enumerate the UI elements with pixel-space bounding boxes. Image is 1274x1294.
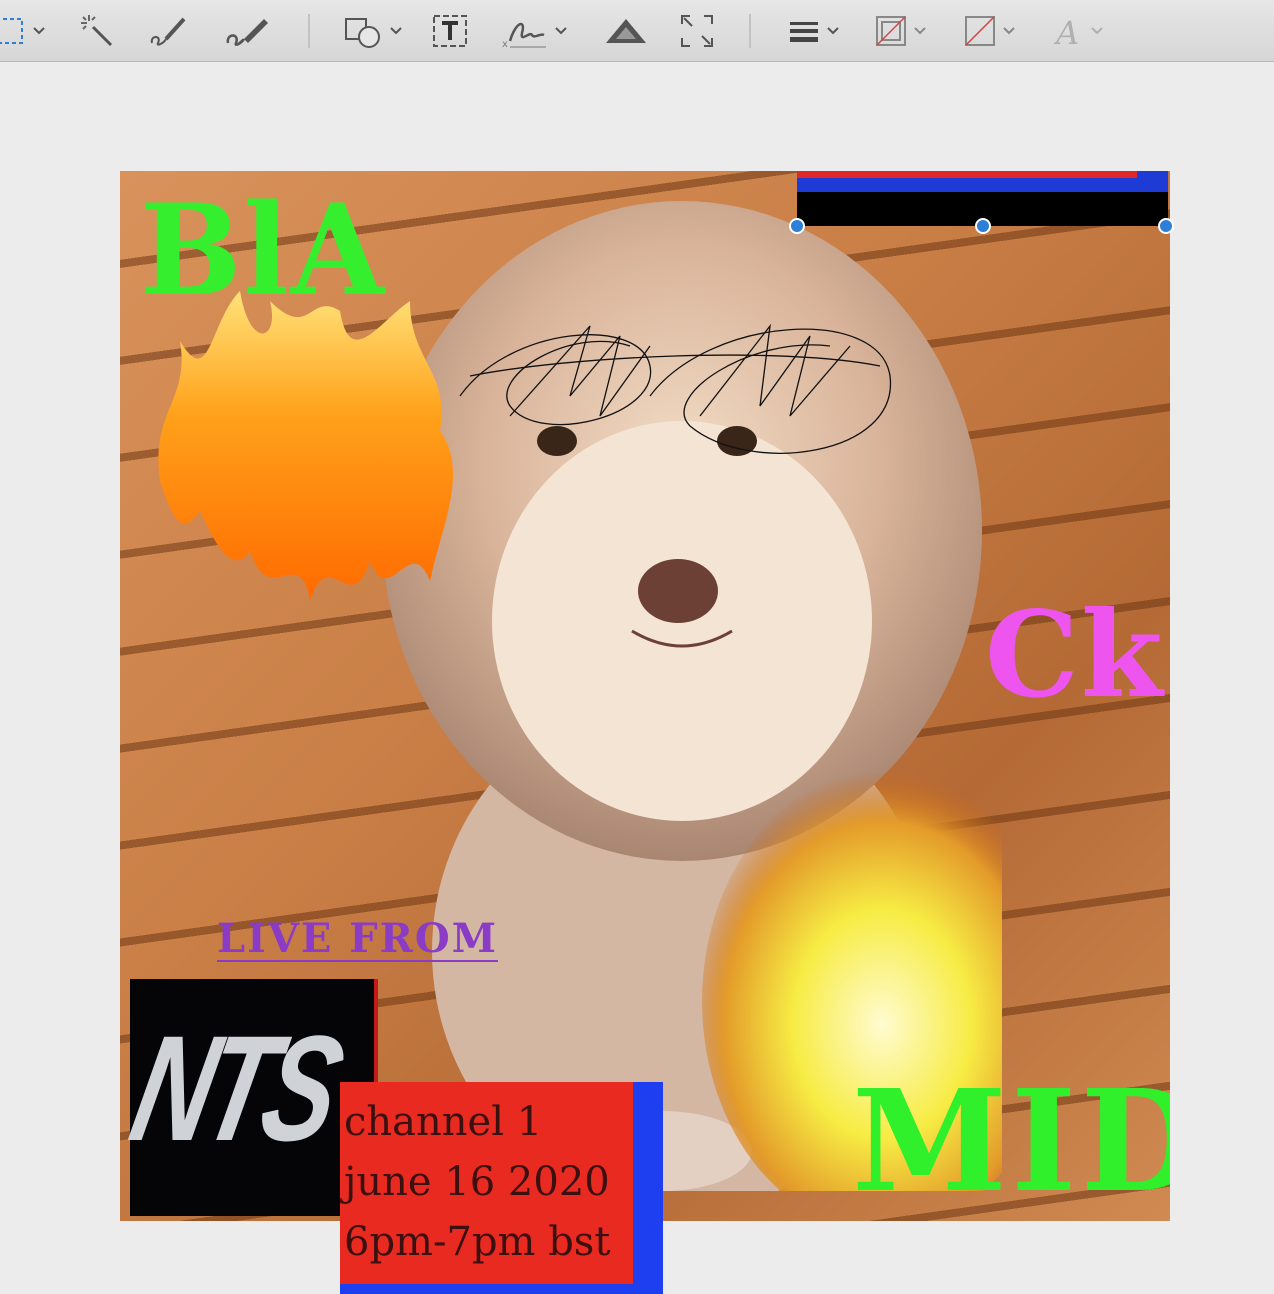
info-date: june 16 2020 [344,1159,610,1205]
signature-scribble [459,323,891,454]
banner-blue-corner [1137,171,1168,192]
border-color-button[interactable] [875,6,927,56]
instant-alpha-icon [81,15,113,47]
toolbar-separator [308,14,310,48]
adjust-size-icon [681,15,713,47]
chevron-down-icon [1003,27,1015,35]
chevron-down-icon [914,27,926,35]
adjust-color-button[interactable] [602,6,650,56]
fill-color-icon [965,16,995,46]
text-style-button[interactable]: A [1054,6,1104,56]
markup-toolbar: x A [0,0,1274,62]
chevron-down-icon [827,27,839,35]
draw-button[interactable] [224,6,270,56]
adjust-size-button[interactable] [680,6,714,56]
selection-rectangle-icon [0,18,23,44]
signature-button[interactable]: x [502,6,568,56]
info-channel: channel 1 [344,1099,543,1145]
poster-word-bottom[interactable]: MIDI [852,1060,1170,1221]
chevron-down-icon [33,27,45,35]
selection-tool-button[interactable] [0,6,46,56]
toolbar-separator [749,14,751,48]
border-color-icon [876,16,906,46]
svg-text:A: A [1054,14,1079,48]
poster-word-top[interactable]: BlA [140,176,386,324]
signature-icon: x [502,22,546,49]
sketch-button[interactable] [148,6,188,56]
svg-text:x: x [502,39,508,49]
info-time: 6pm-7pm bst [344,1219,611,1265]
live-from-label[interactable]: LIVE FROM [217,918,499,962]
shape-style-button[interactable] [788,6,840,56]
shapes-button[interactable] [343,6,403,56]
fill-color-button[interactable] [964,6,1016,56]
flame-sticker [158,291,453,601]
text-box-button[interactable] [432,6,468,56]
draw-icon [226,19,268,46]
event-info-box[interactable]: channel 1 june 16 2020 6pm-7pm bst [340,1082,663,1294]
selection-handle-left[interactable] [789,218,805,234]
nts-logo: NTS [119,1004,350,1172]
selection-handle-middle[interactable] [975,218,991,234]
sketch-icon [150,17,186,46]
text-box-icon [433,15,467,47]
chevron-down-icon [1091,27,1103,35]
chevron-down-icon [390,27,402,35]
shapes-icon [345,18,380,48]
banner-blue-stripe [797,178,1168,192]
shape-style-icon [790,22,818,42]
banner-red-stripe [797,171,1137,178]
text-style-icon: A [1054,14,1079,48]
poster-word-right[interactable]: Ck [985,585,1165,724]
instant-alpha-button[interactable] [79,6,115,56]
chevron-down-icon [555,27,567,35]
selection-handle-right[interactable] [1158,218,1174,234]
adjust-color-icon [606,19,646,43]
